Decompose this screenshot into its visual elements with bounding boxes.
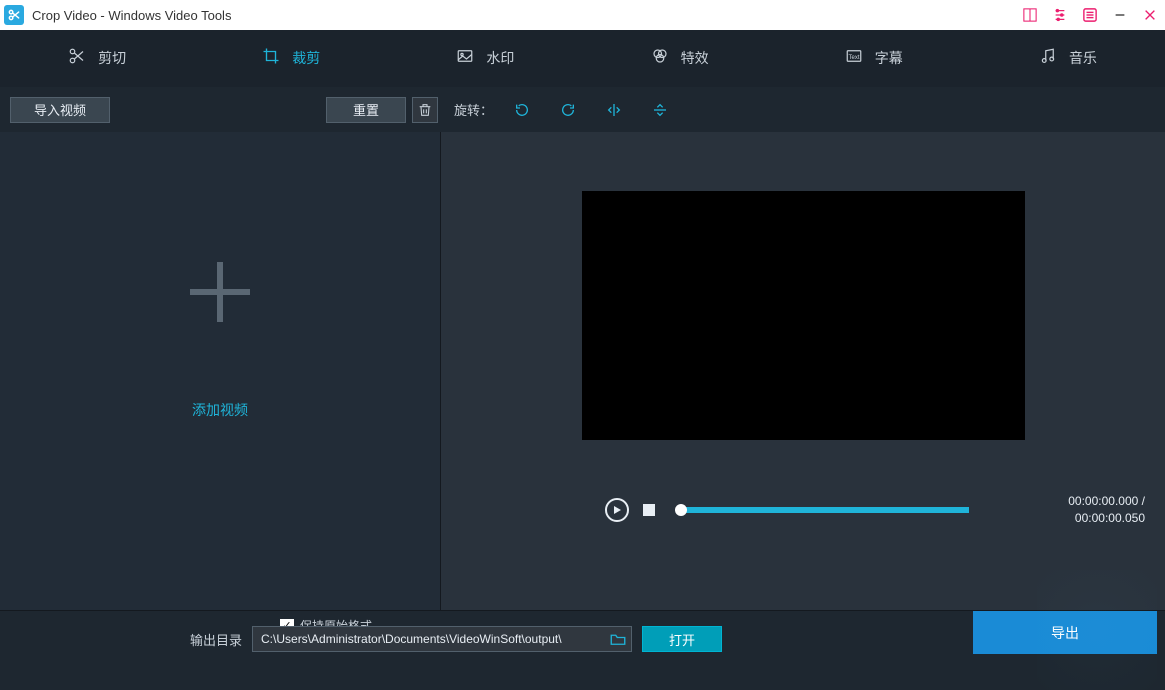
tab-label: 特效: [681, 48, 709, 68]
subtitle-icon: Text: [845, 47, 863, 68]
music-icon: [1039, 47, 1057, 68]
rotate-group: [509, 97, 673, 123]
tab-cut[interactable]: 剪切: [0, 30, 194, 87]
tab-label: 裁剪: [292, 48, 320, 68]
tab-label: 音乐: [1069, 48, 1097, 68]
tab-label: 水印: [486, 48, 514, 68]
tab-label: 剪切: [98, 48, 126, 68]
tab-label: 字幕: [875, 48, 903, 68]
tab-effects[interactable]: 特效: [583, 30, 777, 87]
settings-icon[interactable]: [1045, 0, 1075, 30]
layout-icon[interactable]: [1015, 0, 1045, 30]
output-path-text: C:\Users\Administrator\Documents\VideoWi…: [261, 632, 562, 646]
plus-icon: [190, 262, 250, 322]
import-video-button[interactable]: 导入视频: [10, 97, 110, 123]
bottom-bar: ✓ 保持原始格式 输出目录 C:\Users\Administrator\Doc…: [0, 610, 1165, 658]
open-folder-button[interactable]: 打开: [642, 626, 722, 652]
preview-pane: 00:00:00.000 / 00:00:00.050: [441, 132, 1165, 610]
app-icon: [4, 5, 24, 25]
time-current: 00:00:00.000: [1068, 494, 1138, 508]
tab-music[interactable]: 音乐: [971, 30, 1165, 87]
output-path-field[interactable]: C:\Users\Administrator\Documents\VideoWi…: [252, 626, 632, 652]
main-area: 添加视频 00:00:00.000 / 00:00:00.050: [0, 132, 1165, 610]
add-video-text: 添加视频: [192, 400, 248, 420]
svg-text:Text: Text: [848, 55, 859, 61]
player-controls: 00:00:00.000 / 00:00:00.050: [441, 498, 1165, 522]
video-list-pane: 添加视频: [0, 132, 441, 610]
window-title: Crop Video - Windows Video Tools: [32, 8, 231, 23]
close-button[interactable]: [1135, 0, 1165, 30]
tab-watermark[interactable]: 水印: [388, 30, 582, 87]
stop-button[interactable]: [643, 504, 655, 516]
toolbar: 导入视频 重置 旋转：: [0, 87, 1165, 132]
reset-button[interactable]: 重置: [326, 97, 406, 123]
flip-vertical-button[interactable]: [647, 97, 673, 123]
export-button[interactable]: 导出: [973, 611, 1157, 654]
video-preview[interactable]: [582, 191, 1025, 440]
titlebar: Crop Video - Windows Video Tools: [0, 0, 1165, 30]
effects-icon: [651, 47, 669, 68]
flip-horizontal-button[interactable]: [601, 97, 627, 123]
watermark-icon: [456, 47, 474, 68]
add-video-dropzone[interactable]: 添加视频: [0, 132, 440, 610]
browse-folder-button[interactable]: [609, 630, 627, 648]
delete-button[interactable]: [412, 97, 438, 123]
output-dir-label: 输出目录: [190, 630, 242, 649]
crop-icon: [262, 47, 280, 68]
time-readout: 00:00:00.000 / 00:00:00.050: [1068, 493, 1145, 527]
time-total: 00:00:00.050: [1075, 511, 1145, 525]
tab-crop[interactable]: 裁剪: [194, 30, 388, 87]
play-button[interactable]: [605, 498, 629, 522]
tab-subtitle[interactable]: Text 字幕: [777, 30, 971, 87]
menu-icon[interactable]: [1075, 0, 1105, 30]
tab-bar: 剪切 裁剪 水印 特效 Text 字幕 音乐: [0, 30, 1165, 87]
timeline-handle[interactable]: [675, 504, 687, 516]
scissors-icon: [68, 47, 86, 68]
rotate-left-button[interactable]: [509, 97, 535, 123]
rotate-right-button[interactable]: [555, 97, 581, 123]
rotate-label: 旋转：: [454, 100, 493, 119]
minimize-button[interactable]: [1105, 0, 1135, 30]
timeline-slider[interactable]: [679, 507, 969, 513]
